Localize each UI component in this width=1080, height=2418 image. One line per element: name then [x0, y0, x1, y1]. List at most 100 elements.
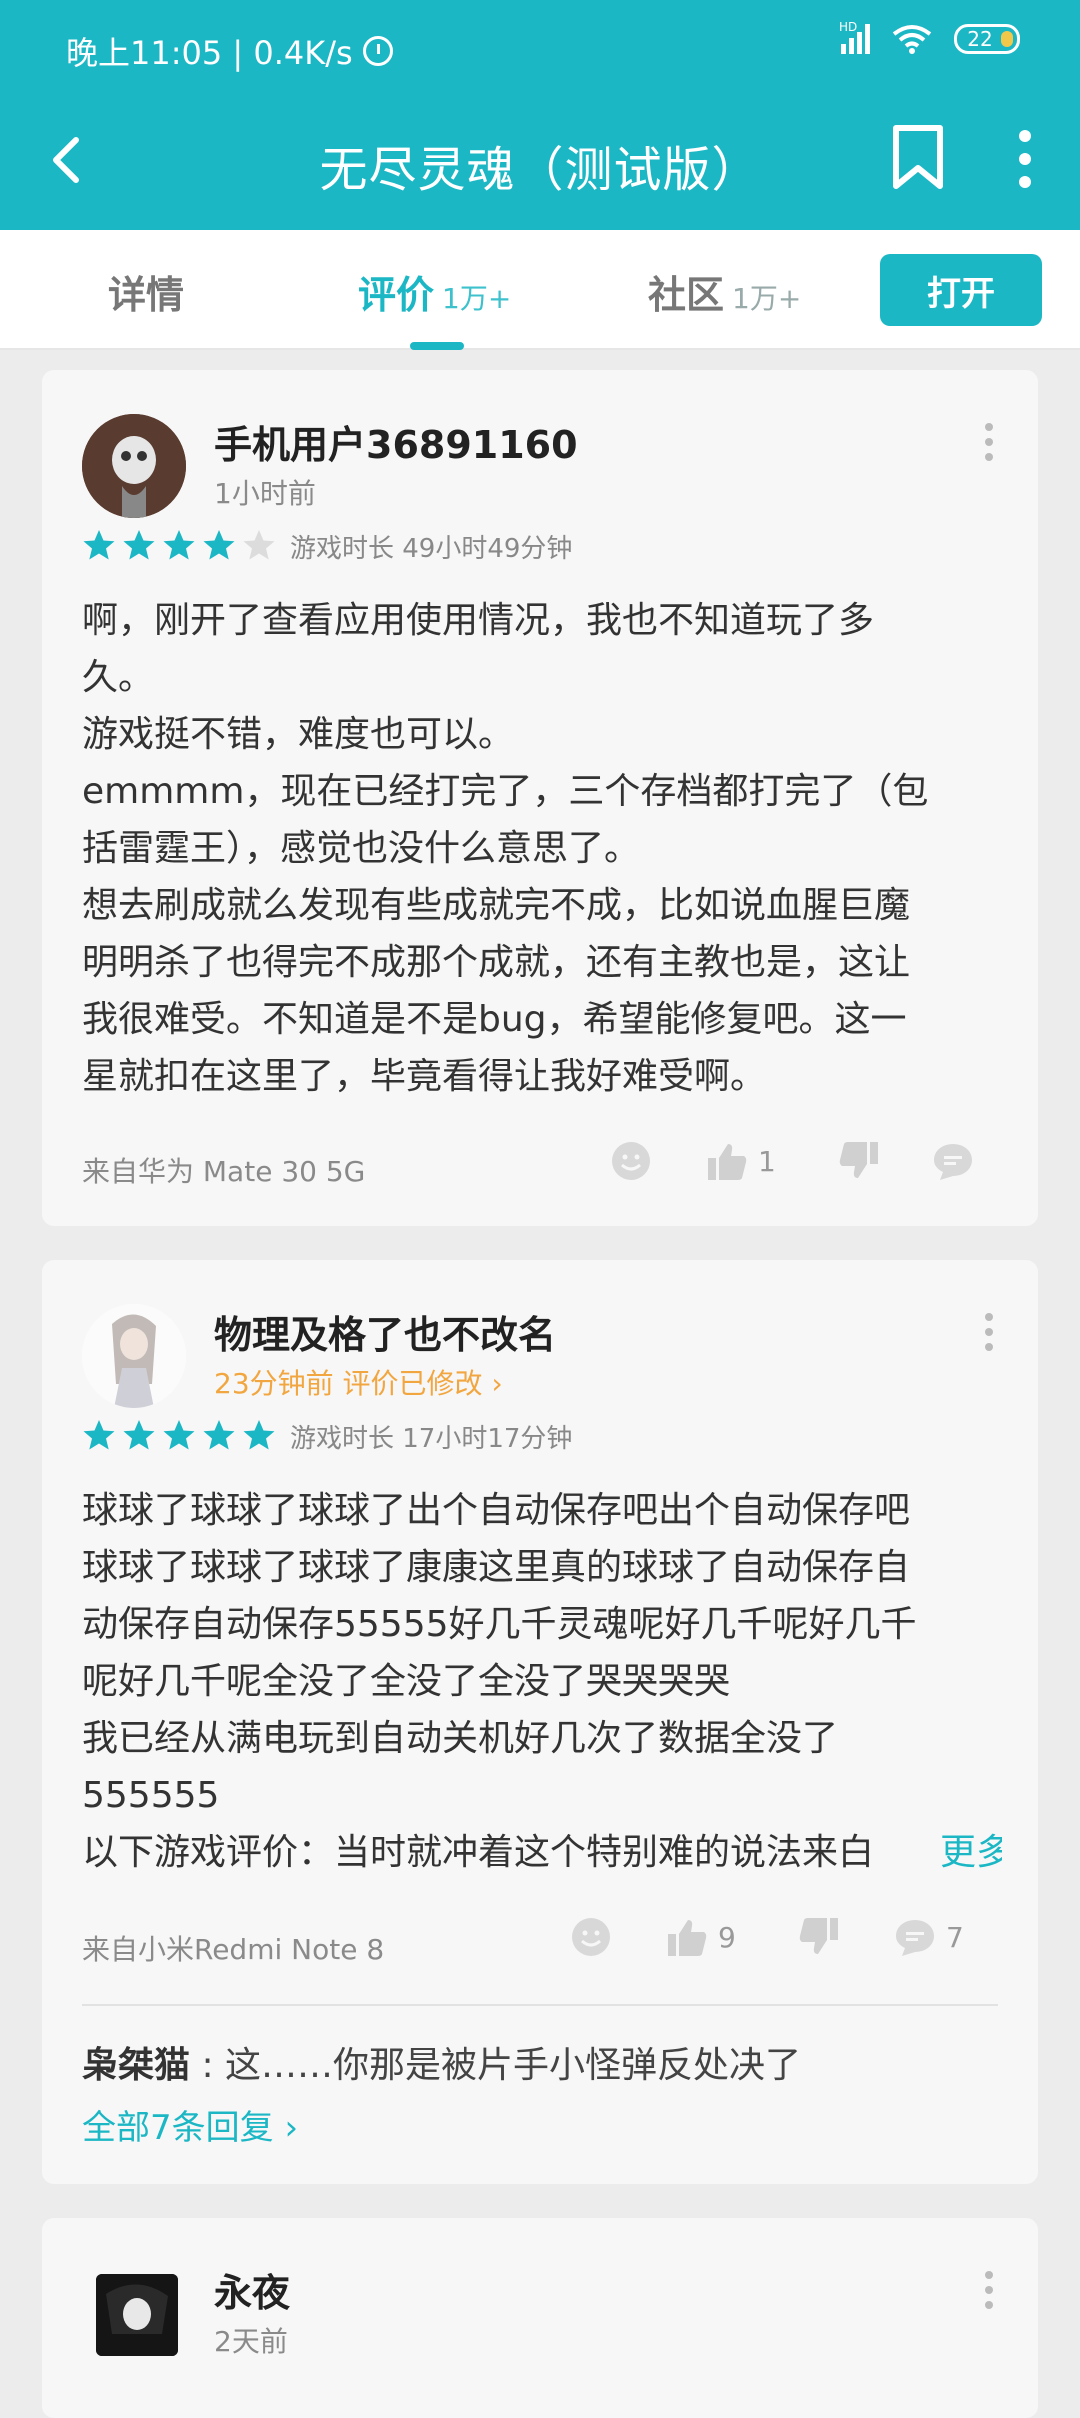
- back-arrow-icon[interactable]: [40, 130, 100, 190]
- review-line-text: 以下游戏评价：当时就冲着这个特别难的说法来白: [82, 1832, 875, 1873]
- emoji-reaction-button[interactable]: [610, 1140, 652, 1182]
- star-filled-icon: [123, 1420, 155, 1450]
- tab-bar: 详情 评价 1万+ 社区 1万+ 打开: [0, 230, 1080, 350]
- review-time-edited[interactable]: 23分钟前 评价已修改 ›: [214, 1362, 503, 1402]
- bookmark-icon[interactable]: [890, 122, 946, 192]
- battery-icon: 22: [954, 24, 1020, 54]
- review-more-icon[interactable]: [984, 422, 994, 462]
- review-content: 球球了球球了球球了出个自动保存吧出个自动保存吧 球球了球球了球球了康康这里真的球…: [82, 1482, 1002, 1881]
- tab-count: 1万+: [442, 282, 512, 315]
- review-username[interactable]: 物理及格了也不改名: [214, 1304, 556, 1359]
- review-card: 手机用户36891160 1小时前 游戏时长 49小时49分钟 啊，刚开了查看应…: [42, 370, 1038, 1226]
- reply-username: 枭桀猫: [82, 2045, 191, 2086]
- signal-icon: HD: [839, 20, 870, 54]
- review-line: 我很难受。不知道是不是bug，希望能修复吧。这一: [82, 999, 907, 1040]
- review-line: 久。: [82, 657, 155, 698]
- review-more-icon[interactable]: [984, 2270, 994, 2310]
- hd-label: HD: [839, 20, 858, 34]
- review-line: 星就扣在这里了，毕竟看得让我好难受啊。: [82, 1056, 767, 1097]
- more-vert-icon[interactable]: [1010, 124, 1040, 194]
- review-line: 想去刷成就么发现有些成就完不成，比如说血腥巨魔: [82, 885, 911, 926]
- reply-preview[interactable]: 枭桀猫 : 这……你那是被片手小怪弹反处决了: [82, 2036, 801, 2088]
- expand-more-link[interactable]: 更多: [899, 1824, 1002, 1881]
- tab-label: 详情: [108, 273, 185, 317]
- review-line: emmmm，现在已经打完了，三个存档都打完了（包: [82, 771, 929, 812]
- open-button[interactable]: 打开: [880, 254, 1042, 326]
- avatar[interactable]: [82, 414, 186, 518]
- star-filled-icon: [203, 1420, 235, 1450]
- like-count: 9: [718, 1920, 736, 1954]
- wifi-icon: [892, 25, 932, 54]
- review-more-icon[interactable]: [984, 1312, 994, 1352]
- thumbs-up-icon: [668, 1920, 707, 1956]
- chevron-right-icon: ›: [284, 2108, 299, 2148]
- star-filled-icon: [83, 1420, 115, 1450]
- tab-indicator: [410, 342, 464, 350]
- like-button[interactable]: 9: [666, 1916, 736, 1958]
- star-filled-icon: [83, 530, 115, 560]
- smile-icon: [572, 1918, 610, 1956]
- like-count: 1: [758, 1144, 776, 1178]
- like-button[interactable]: 1: [706, 1140, 776, 1182]
- chevron-right-icon: ›: [491, 1367, 503, 1400]
- playtime: 游戏时长 17小时17分钟: [290, 1424, 573, 1454]
- comment-icon: [934, 1144, 972, 1180]
- star-empty-icon: [243, 530, 275, 560]
- review-line: 明明杀了也得完不成那个成就，还有主教也是，这让: [82, 942, 911, 983]
- emoji-reaction-button[interactable]: [570, 1916, 612, 1958]
- device-label: 来自小米Redmi Note 8: [82, 1933, 385, 1966]
- star-filled-icon: [163, 1420, 195, 1450]
- comment-button[interactable]: 7: [894, 1916, 964, 1958]
- battery-level-text: 22: [967, 27, 993, 51]
- review-username[interactable]: 永夜: [214, 2262, 290, 2317]
- avatar-girl-icon: [82, 1304, 186, 1408]
- review-time: 1小时前: [214, 477, 316, 510]
- avatar[interactable]: [96, 2274, 178, 2356]
- review-username[interactable]: 手机用户36891160: [214, 414, 578, 469]
- review-line: 球球了球球了球球了出个自动保存吧出个自动保存吧: [82, 1490, 911, 1531]
- star-filled-icon: [243, 1420, 275, 1450]
- tab-label: 评价: [358, 273, 435, 317]
- all-replies-text: 全部7条回复: [82, 2108, 274, 2148]
- review-card: 永夜 2天前: [42, 2218, 1038, 2418]
- divider: [82, 2004, 998, 2006]
- thumbs-down-icon: [799, 1918, 838, 1954]
- star-filled-icon: [203, 530, 235, 560]
- review-content: 啊，刚开了查看应用使用情况，我也不知道玩了多 久。 游戏挺不错，难度也可以。 e…: [82, 592, 1002, 1105]
- dislike-button[interactable]: [798, 1916, 840, 1958]
- review-line: 游戏挺不错，难度也可以。: [82, 714, 515, 755]
- review-line: 我已经从满电玩到自动关机好几次了数据全没了: [82, 1718, 839, 1759]
- tab-count: 1万+: [732, 282, 802, 315]
- thumbs-up-icon: [708, 1144, 747, 1180]
- thumbs-down-icon: [839, 1142, 878, 1178]
- review-line: 呢好几千呢全没了全没了全没了哭哭哭哭: [82, 1661, 731, 1702]
- comment-button[interactable]: [932, 1140, 974, 1182]
- review-card: 物理及格了也不改名 23分钟前 评价已修改 › 游戏时长 17小时17分钟 球球…: [42, 1260, 1038, 2184]
- review-line: 555555: [82, 1775, 220, 1816]
- tab-community[interactable]: 社区 1万+: [648, 264, 801, 319]
- review-line: 以下游戏评价：当时就冲着这个特别难的说法来白 更多: [82, 1824, 1002, 1881]
- review-time: 2天前: [214, 2325, 288, 2358]
- review-line: 括雷霆王），感觉也没什么意思了。: [82, 828, 641, 869]
- rating-stars: [82, 1418, 276, 1452]
- app-bar: 无尽灵魂（测试版）: [0, 100, 1080, 230]
- tab-reviews[interactable]: 评价 1万+: [358, 264, 511, 319]
- device-label: 来自华为 Mate 30 5G: [82, 1155, 366, 1188]
- status-time: 晚上11:05 | 0.4K/s: [66, 34, 353, 72]
- comment-icon: [896, 1920, 934, 1956]
- status-left: 晚上11:05 | 0.4K/s: [66, 28, 393, 74]
- tab-details[interactable]: 详情: [108, 264, 184, 319]
- smile-icon: [612, 1142, 650, 1180]
- star-filled-icon: [163, 530, 195, 560]
- review-line: 动保存自动保存55555好几千灵魂呢好几千呢好几千: [82, 1604, 917, 1645]
- dislike-button[interactable]: [838, 1140, 880, 1182]
- playtime: 游戏时长 49小时49分钟: [290, 534, 573, 564]
- review-line: 啊，刚开了查看应用使用情况，我也不知道玩了多: [82, 600, 875, 641]
- avatar[interactable]: [82, 1304, 186, 1408]
- battery-fill: [1001, 31, 1013, 47]
- review-time-text: 23分钟前 评价已修改: [214, 1367, 483, 1400]
- status-bar: 晚上11:05 | 0.4K/s HD 22: [0, 0, 1080, 100]
- status-right: HD 22: [839, 20, 1020, 54]
- tab-label: 社区: [648, 273, 725, 317]
- all-replies-link[interactable]: 全部7条回复 ›: [82, 2100, 298, 2149]
